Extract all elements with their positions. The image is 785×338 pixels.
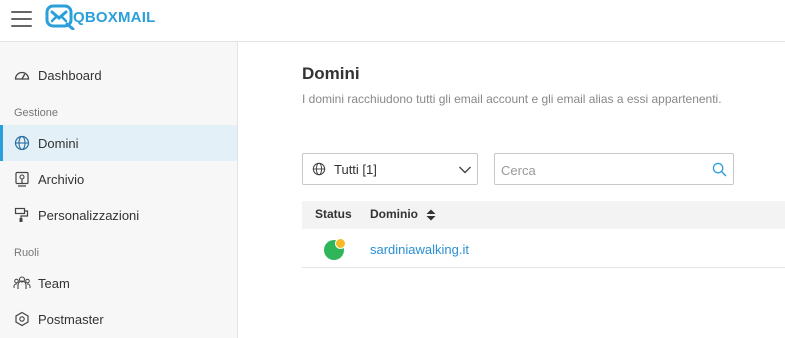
table-header: Status Dominio — [302, 201, 785, 229]
column-header-status: Status — [315, 207, 352, 221]
sidebar-item-label: Postmaster — [38, 311, 104, 327]
page-subtitle: I domini racchiudono tutti gli email acc… — [302, 92, 722, 106]
table-row: sardiniawalking.it — [302, 230, 785, 268]
speedometer-icon — [13, 66, 31, 84]
top-bar: QBOXMAIL — [0, 0, 785, 42]
postmaster-icon — [13, 310, 31, 328]
sidebar-item-team[interactable]: Team — [0, 265, 237, 301]
sidebar-item-label: Team — [38, 275, 70, 291]
sidebar-item-dashboard[interactable]: Dashboard — [0, 57, 237, 93]
status-indicator — [324, 238, 346, 260]
sort-icon[interactable] — [426, 209, 436, 224]
status-warning-dot — [335, 238, 346, 249]
sidebar-item-label: Archivio — [38, 171, 85, 187]
domain-link[interactable]: sardiniawalking.it — [370, 242, 469, 257]
customize-icon — [13, 206, 31, 224]
search-input[interactable] — [501, 161, 701, 179]
sidebar-item-label: Domini — [38, 135, 79, 151]
sidebar-item-personalizzazioni[interactable]: Personalizzazioni — [0, 197, 237, 233]
filter-selected-value: Tutti [1] — [334, 162, 377, 177]
globe-icon — [13, 134, 31, 152]
hamburger-menu-icon[interactable] — [11, 10, 33, 28]
archive-icon — [13, 170, 31, 188]
globe-icon — [312, 162, 326, 179]
sidebar-item-label: Dashboard — [38, 67, 102, 83]
search-icon[interactable] — [712, 162, 727, 180]
domain-filter-select[interactable]: Tutti [1] — [302, 153, 478, 185]
team-icon — [13, 274, 31, 292]
chevron-down-icon — [458, 163, 472, 178]
sidebar: Dashboard Gestione Domini Archivio Perso… — [0, 42, 238, 338]
page-title: Domini — [302, 64, 360, 83]
section-label-ruoli: Ruoli — [14, 247, 40, 259]
sidebar-item-postmaster[interactable]: Postmaster — [0, 301, 237, 337]
section-label-gestione: Gestione — [14, 107, 59, 119]
brand-logo[interactable]: QBOXMAIL — [45, 4, 155, 30]
sidebar-item-archivio[interactable]: Archivio — [0, 161, 237, 197]
brand-name: QBOXMAIL — [73, 8, 156, 26]
sidebar-item-domini[interactable]: Domini — [0, 125, 237, 161]
main-content: Domini I domini racchiudono tutti gli em… — [238, 42, 785, 338]
column-header-dominio[interactable]: Dominio — [370, 207, 418, 221]
sidebar-item-label: Personalizzazioni — [38, 207, 140, 223]
search-box — [494, 153, 734, 185]
envelope-logo-icon — [45, 4, 75, 30]
